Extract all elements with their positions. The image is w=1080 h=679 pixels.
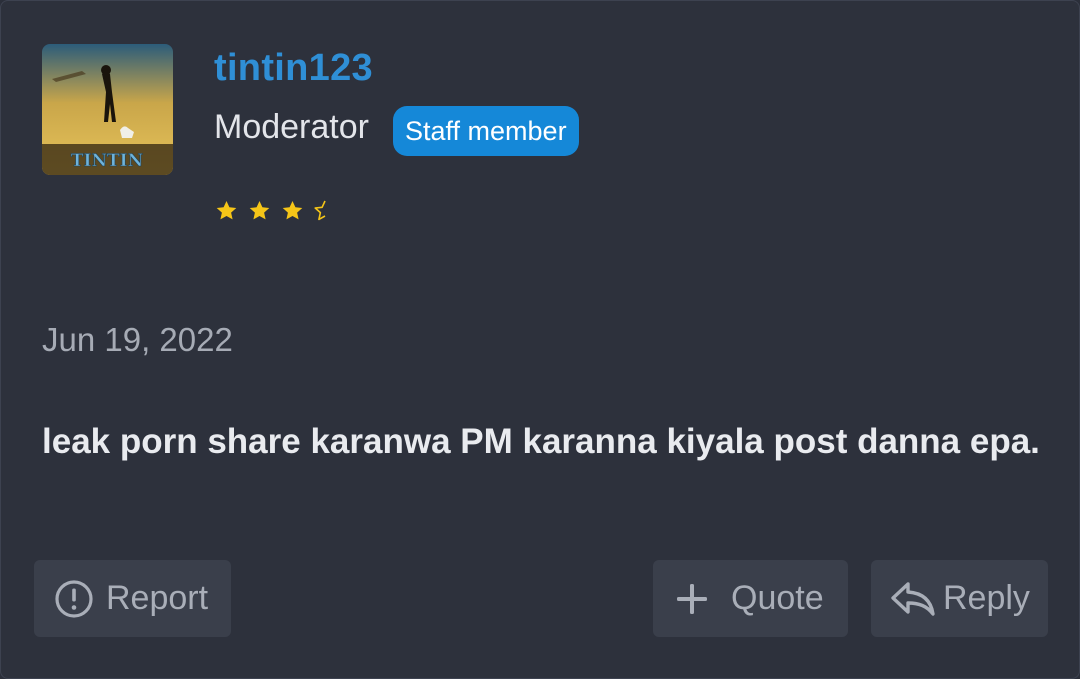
star-icon	[247, 199, 272, 223]
quote-button[interactable]: Quote	[653, 560, 848, 637]
post-message: leak porn share karanwa PM karanna kiyal…	[42, 422, 1040, 461]
reply-button[interactable]: Reply	[871, 560, 1048, 637]
report-button[interactable]: Report	[34, 560, 231, 637]
reply-label: Reply	[943, 579, 1030, 617]
username-link[interactable]: tintin123	[214, 47, 373, 90]
star-icon	[214, 199, 239, 223]
quote-label: Quote	[731, 579, 824, 617]
user-role-title: Moderator	[214, 108, 369, 146]
star-icon	[280, 199, 305, 223]
forum-post: TINTIN tintin123 Moderator Staff member …	[0, 0, 1080, 679]
report-label: Report	[106, 579, 209, 617]
exclamation-circle-icon	[54, 579, 94, 619]
half-star-icon	[313, 199, 327, 223]
reply-arrow-icon	[889, 579, 937, 619]
staff-member-badge: Staff member	[393, 106, 579, 156]
avatar[interactable]: TINTIN	[42, 44, 173, 175]
avatar-logo-text: TINTIN	[71, 151, 143, 171]
user-rating-stars	[214, 199, 327, 223]
post-date[interactable]: Jun 19, 2022	[42, 321, 233, 359]
plus-icon	[675, 582, 709, 616]
